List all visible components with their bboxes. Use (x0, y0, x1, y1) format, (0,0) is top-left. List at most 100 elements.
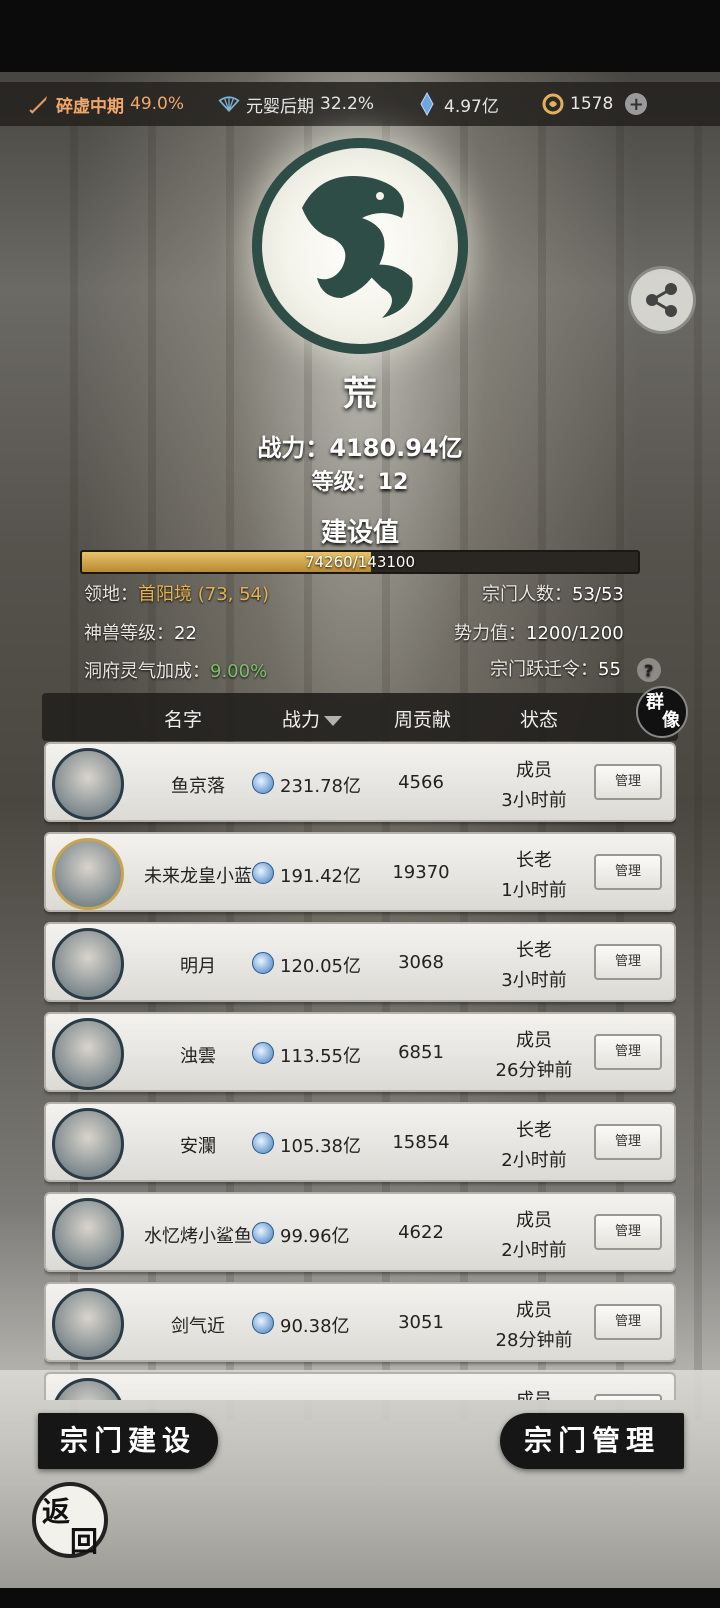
resource-bar: 碎虚中期 49.0% 元婴后期 32.2% 4.97亿 1578 + (0, 82, 720, 126)
spirit-stone-stat[interactable]: 4.97亿 (416, 92, 499, 117)
cave-label: 洞府灵气加成： (84, 661, 210, 682)
back-button[interactable]: 返 回 (32, 1482, 108, 1558)
member-row[interactable]: 明月 120.05亿 3068 长老 3小时前 管理 (44, 922, 676, 1002)
build-value-title: 建设值 (320, 518, 399, 548)
influence-label: 势力值： (454, 623, 526, 644)
coin-stat[interactable]: 1578 + (542, 93, 648, 115)
member-row[interactable]: 剑气近 90.38亿 3051 成员 28分钟前 管理 (44, 1282, 676, 1362)
influence-info: 势力值：1200/1200 (454, 619, 624, 645)
territory-info[interactable]: 领地：首阳境 (73, 54) (84, 580, 269, 606)
cave-value: 9.00% (210, 661, 268, 682)
manage-member-button[interactable]: 管理 (594, 944, 662, 980)
sect-manage-button[interactable]: 宗门管理 (500, 1413, 684, 1469)
member-power: 191.42亿 (280, 866, 361, 887)
back-label-2: 回 (70, 1525, 99, 1558)
member-row[interactable]: 浊雲 113.55亿 6851 成员 26分钟前 管理 (44, 1012, 676, 1092)
cultivation-stat-1[interactable]: 碎虚中期 49.0% (28, 92, 184, 117)
sect-emblem (252, 138, 468, 354)
member-row[interactable]: 未来龙皇小蓝 191.42亿 19370 长老 1小时前 管理 (44, 832, 676, 912)
member-role: 成员 (516, 760, 552, 781)
manage-member-button[interactable]: 管理 (594, 764, 662, 800)
member-contrib: 15854 (392, 1132, 450, 1153)
member-last-seen: 26分钟前 (495, 1060, 573, 1081)
member-power: 120.05亿 (280, 956, 361, 977)
group-portrait-button[interactable]: 群 像 (636, 686, 688, 738)
member-role: 成员 (484, 1386, 584, 1400)
member-avatar[interactable] (52, 748, 124, 820)
beast-info: 神兽等级：22 (84, 619, 197, 645)
member-power: 99.96亿 (280, 1226, 350, 1247)
migrate-value: 55 (598, 659, 621, 680)
member-avatar[interactable] (52, 1288, 124, 1360)
member-power: 231.78亿 (280, 776, 361, 797)
back-label-1: 返 (42, 1495, 71, 1528)
member-role: 成员 (516, 1030, 552, 1051)
power-gem-icon (252, 772, 274, 794)
member-last-seen: 1小时前 (501, 880, 567, 901)
member-contrib: 19370 (392, 862, 450, 883)
member-name: 安瀾 (180, 1136, 216, 1157)
member-contrib: 6851 (398, 1042, 444, 1063)
power-gem-icon (252, 1312, 274, 1334)
manage-member-button[interactable]: 管理 (594, 1304, 662, 1340)
sect-power-label: 战力： (257, 434, 330, 462)
members-value: 53/53 (572, 584, 624, 605)
member-row[interactable]: 成员 管理 (44, 1372, 676, 1400)
spirit-stone-value: 4.97亿 (444, 96, 499, 117)
member-last-seen: 3小时前 (501, 790, 567, 811)
manage-member-button[interactable]: 管理 (594, 854, 662, 890)
member-power: 90.38亿 (280, 1316, 350, 1337)
member-power: 113.55亿 (280, 1046, 361, 1067)
member-last-seen: 2小时前 (501, 1240, 567, 1261)
member-power: 105.38亿 (280, 1136, 361, 1157)
member-avatar[interactable] (52, 928, 124, 1000)
sect-build-button[interactable]: 宗门建设 (38, 1413, 218, 1469)
member-avatar[interactable] (52, 1198, 124, 1270)
member-last-seen: 3小时前 (501, 970, 567, 991)
cave-info: 洞府灵气加成：9.00% (84, 657, 267, 683)
member-avatar[interactable] (52, 1378, 124, 1400)
member-table-header: 名字 战力 周贡献 状态 (42, 693, 678, 741)
member-contrib: 3051 (398, 1312, 444, 1333)
manage-member-button[interactable]: 管理 (594, 1214, 662, 1250)
build-progress-text: 74260/143100 (304, 553, 416, 571)
member-last-seen: 28分钟前 (495, 1330, 573, 1351)
member-row[interactable]: 鱼京落 231.78亿 4566 成员 3小时前 管理 (44, 742, 676, 822)
help-button[interactable]: ? (636, 658, 661, 682)
cultivation-1-percent: 49.0% (130, 94, 185, 114)
member-contrib: 4566 (398, 772, 444, 793)
column-power[interactable]: 战力 (282, 705, 343, 732)
member-row[interactable]: 安瀾 105.38亿 15854 长老 2小时前 管理 (44, 1102, 676, 1182)
coin-value: 1578 (570, 94, 614, 114)
member-name: 剑气近 (171, 1316, 225, 1337)
member-last-seen: 2小时前 (501, 1150, 567, 1171)
cultivation-2-percent: 32.2% (320, 94, 375, 114)
member-name: 未来龙皇小蓝 (144, 866, 252, 887)
member-avatar[interactable] (52, 838, 124, 910)
member-role: 长老 (516, 1120, 552, 1141)
migrate-info: 宗门跃迁令：55 ? (490, 655, 661, 682)
manage-member-button[interactable]: 管理 (594, 1034, 662, 1070)
member-role: 成员 (516, 1300, 552, 1321)
sect-level: 等级：12 (0, 464, 720, 496)
member-name: 鱼京落 (171, 776, 225, 797)
column-contrib: 周贡献 (394, 709, 452, 731)
manage-member-button[interactable]: 管理 (594, 1124, 662, 1160)
territory-coords: (73, 54) (197, 584, 270, 605)
add-coin-button[interactable]: + (625, 93, 648, 115)
power-gem-icon (252, 1042, 274, 1064)
column-name: 名字 (164, 709, 203, 731)
member-avatar[interactable] (52, 1018, 124, 1090)
sect-power-value: 4180.94亿 (329, 434, 463, 462)
share-button[interactable] (628, 266, 696, 334)
cultivation-2-label: 元婴后期 (246, 96, 314, 117)
members-info: 宗门人数：53/53 (482, 580, 624, 606)
member-role: 长老 (516, 940, 552, 961)
manage-member-button[interactable]: 管理 (594, 1394, 662, 1400)
member-avatar[interactable] (52, 1108, 124, 1180)
build-progress-bar: 74260/143100 (80, 550, 640, 574)
beast-label: 神兽等级： (84, 623, 174, 644)
member-row[interactable]: 水忆烤小鲨鱼 99.96亿 4622 成员 2小时前 管理 (44, 1192, 676, 1272)
cultivation-stat-2[interactable]: 元婴后期 32.2% (218, 92, 374, 117)
member-list[interactable]: 鱼京落 231.78亿 4566 成员 3小时前 管理 未来龙皇小蓝 191.4… (44, 740, 676, 1400)
